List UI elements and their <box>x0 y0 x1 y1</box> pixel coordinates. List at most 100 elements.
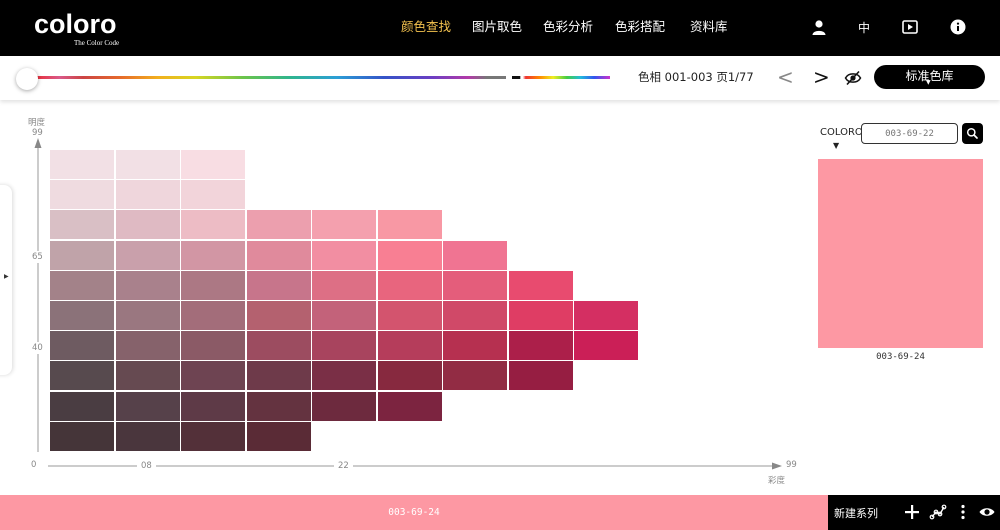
next-page-button[interactable]: > <box>813 65 830 89</box>
search-button[interactable] <box>962 123 983 144</box>
color-swatch[interactable] <box>443 301 507 330</box>
color-swatch[interactable] <box>181 150 245 179</box>
x-tick-label: 08 <box>137 461 156 471</box>
x-axis-title: 彩度 <box>768 476 786 486</box>
play-icon[interactable] <box>901 16 919 38</box>
selected-color-strip-code: 003-69-24 <box>388 507 440 518</box>
color-swatch[interactable] <box>312 240 376 270</box>
color-swatch[interactable] <box>181 270 245 300</box>
color-swatch[interactable] <box>246 301 311 330</box>
color-swatch[interactable] <box>181 210 245 240</box>
color-swatch[interactable] <box>50 240 114 270</box>
color-swatch[interactable] <box>50 421 114 451</box>
user-icon[interactable] <box>810 16 828 38</box>
y-axis-title: 明度 <box>28 118 46 128</box>
color-swatch[interactable] <box>181 301 245 330</box>
color-swatch[interactable] <box>181 391 245 421</box>
color-swatch[interactable] <box>443 240 507 270</box>
color-swatch[interactable] <box>50 270 114 300</box>
color-swatch[interactable] <box>246 210 311 240</box>
hue-slider-track[interactable] <box>36 76 506 79</box>
color-swatch[interactable] <box>508 270 573 300</box>
color-swatch[interactable] <box>312 391 376 421</box>
color-system-label[interactable]: COLORO <box>820 127 863 138</box>
color-swatch[interactable] <box>115 421 180 451</box>
x-tick-label: 22 <box>334 461 353 471</box>
color-swatch[interactable] <box>181 240 245 270</box>
color-swatch[interactable] <box>312 210 376 240</box>
hue-toolbar: 色相 001-003 页1/77 < > 标准色库 ▼ <box>0 56 1000 100</box>
color-swatch[interactable] <box>377 240 442 270</box>
color-swatch[interactable] <box>443 331 507 361</box>
standard-library-dropdown[interactable]: 标准色库 ▼ <box>874 65 985 89</box>
info-icon[interactable] <box>949 16 967 38</box>
color-swatch[interactable] <box>115 301 180 330</box>
color-swatch[interactable] <box>508 301 573 330</box>
y-tick-label: 65 <box>32 251 43 263</box>
color-swatch[interactable] <box>508 361 573 391</box>
color-swatch[interactable] <box>377 210 442 240</box>
x-tick-label: 99 <box>786 460 797 470</box>
color-swatch[interactable] <box>443 270 507 300</box>
y-tick-label: 99 <box>32 128 43 138</box>
color-swatch[interactable] <box>115 150 180 179</box>
color-swatch[interactable] <box>181 331 245 361</box>
color-swatch[interactable] <box>50 150 114 179</box>
color-swatch[interactable] <box>377 270 442 300</box>
selected-color-code: 003-69-24 <box>876 352 925 362</box>
color-swatch[interactable] <box>181 180 245 210</box>
hue-slider-handle[interactable] <box>16 68 38 90</box>
more-vertical-icon[interactable] <box>954 503 972 521</box>
y-tick-label: 40 <box>32 342 43 354</box>
color-swatch[interactable] <box>115 361 180 391</box>
color-swatch[interactable] <box>312 361 376 391</box>
color-swatch[interactable] <box>115 240 180 270</box>
color-swatch[interactable] <box>574 301 638 330</box>
color-swatch[interactable] <box>115 331 180 361</box>
color-swatch[interactable] <box>115 270 180 300</box>
color-swatch[interactable] <box>312 301 376 330</box>
color-swatch[interactable] <box>50 301 114 330</box>
color-swatch[interactable] <box>115 180 180 210</box>
color-swatch[interactable] <box>312 270 376 300</box>
search-icon <box>966 127 978 139</box>
new-series-label: 新建系列 <box>834 507 878 520</box>
color-swatch[interactable] <box>181 361 245 391</box>
hide-eye-icon[interactable] <box>844 69 862 87</box>
color-swatch[interactable] <box>50 361 114 391</box>
language-toggle[interactable]: 中 <box>856 16 872 38</box>
color-code-search-input[interactable] <box>861 123 958 144</box>
color-swatch[interactable] <box>50 210 114 240</box>
color-swatch[interactable] <box>377 331 442 361</box>
color-swatch[interactable] <box>246 240 311 270</box>
color-swatch[interactable] <box>246 421 311 451</box>
color-swatch[interactable] <box>246 270 311 300</box>
color-swatch[interactable] <box>246 331 311 361</box>
color-swatch[interactable] <box>50 331 114 361</box>
color-swatch[interactable] <box>50 391 114 421</box>
color-swatch[interactable] <box>377 361 442 391</box>
color-swatch[interactable] <box>246 361 311 391</box>
add-icon[interactable] <box>903 503 921 521</box>
color-swatch[interactable] <box>377 301 442 330</box>
color-swatch[interactable] <box>115 210 180 240</box>
chevron-down-icon: ▼ <box>926 79 931 86</box>
prev-page-button[interactable]: < <box>777 65 794 89</box>
color-swatch[interactable] <box>574 331 638 361</box>
series-toolbar: 新建系列 <box>828 495 1000 530</box>
selected-color-strip[interactable]: 003-69-24 <box>0 495 828 530</box>
color-swatch[interactable] <box>115 391 180 421</box>
x-tick-label: 0 <box>31 460 37 470</box>
chevron-down-icon[interactable]: ▼ <box>833 141 839 150</box>
hue-range-indicator[interactable] <box>512 76 610 79</box>
selected-color-preview <box>818 159 983 348</box>
color-swatch[interactable] <box>246 391 311 421</box>
color-swatch[interactable] <box>312 331 376 361</box>
color-swatch[interactable] <box>181 421 245 451</box>
color-swatch[interactable] <box>443 361 507 391</box>
color-swatch[interactable] <box>508 331 573 361</box>
color-swatch[interactable] <box>50 180 114 210</box>
eye-icon[interactable] <box>978 503 996 521</box>
palette-connect-icon[interactable] <box>929 503 947 521</box>
color-swatch[interactable] <box>377 391 442 421</box>
